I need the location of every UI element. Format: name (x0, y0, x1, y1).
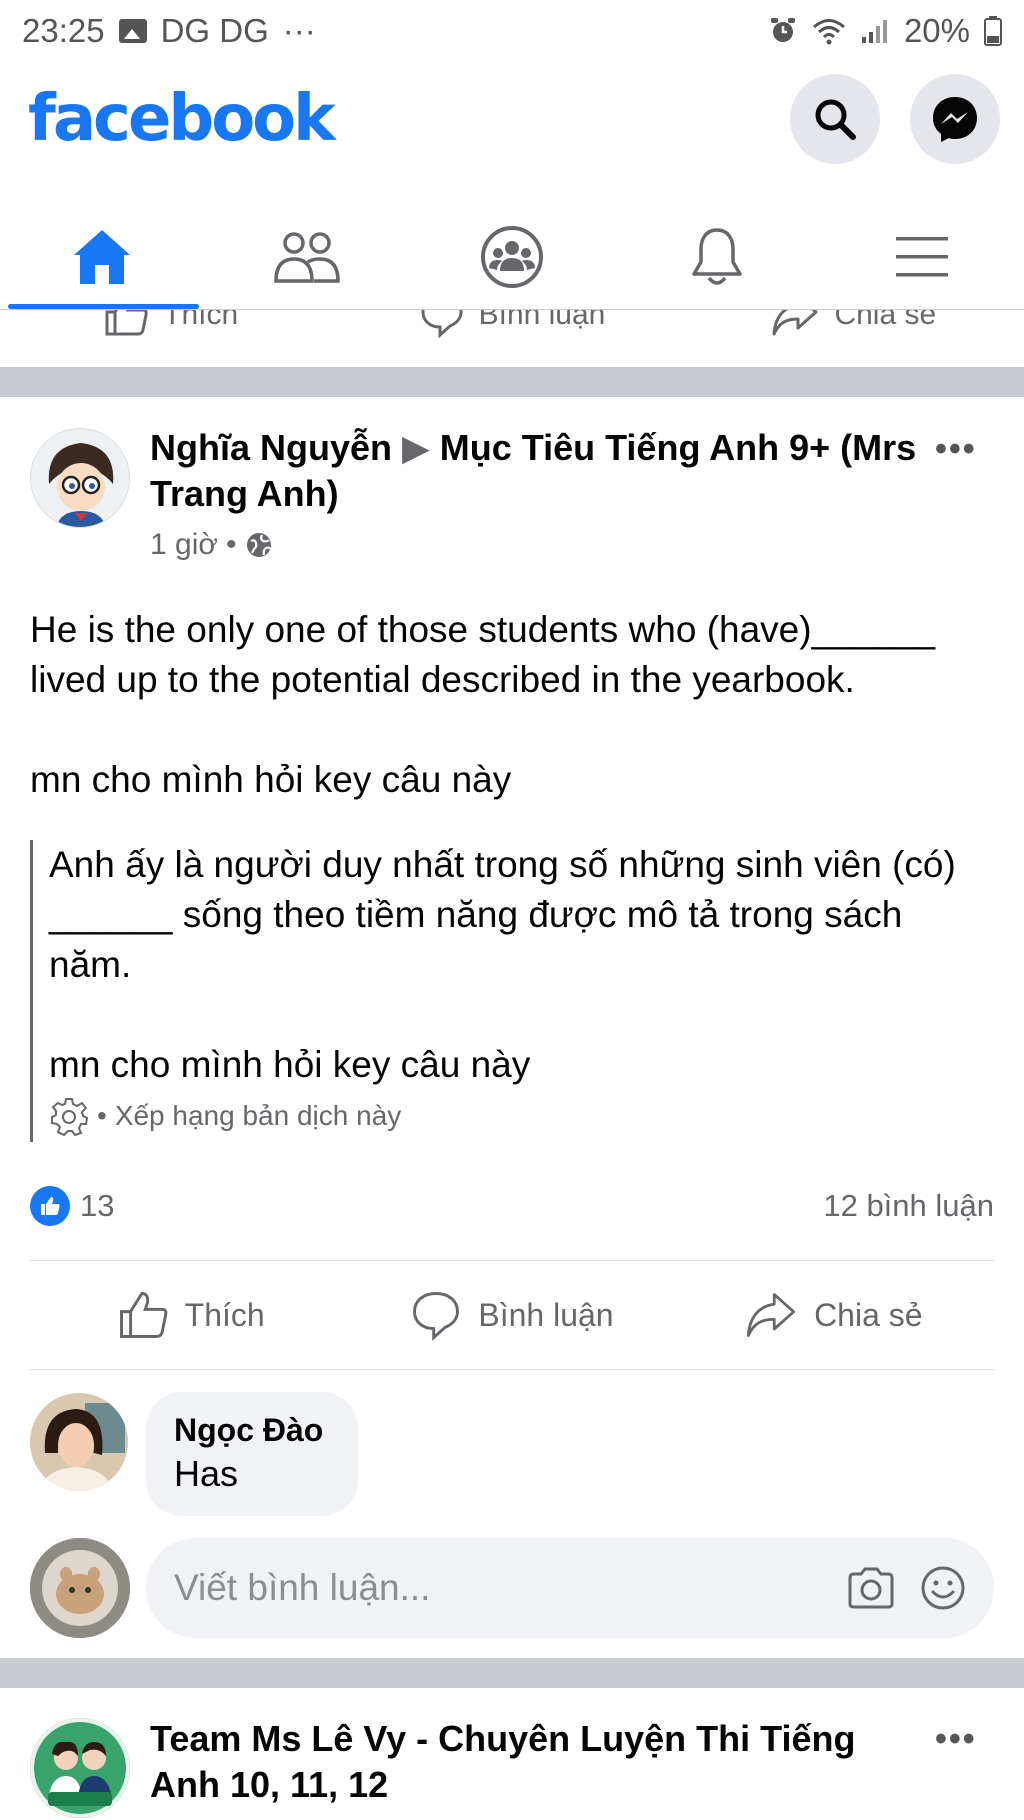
like-button[interactable]: Thích (30, 1280, 351, 1350)
like-reaction-icon[interactable] (30, 1186, 70, 1226)
current-user-avatar[interactable] (30, 1538, 130, 1638)
friends-icon (274, 232, 340, 283)
post-meta: 1 giờ • (150, 528, 273, 562)
write-comment-placeholder: Viết bình luận... (174, 1567, 431, 1608)
tab-groups[interactable] (410, 205, 615, 309)
search-icon (815, 99, 856, 140)
share-icon (746, 1293, 796, 1337)
translation-paragraph: Anh ấy là người duy nhất trong số những … (49, 844, 956, 985)
next-post-author[interactable]: Team Ms Lê Vy - Chuyên Luyện Thi Tiếng A… (150, 1716, 930, 1808)
tab-friends[interactable] (205, 205, 410, 309)
post-paragraph: He is the only one of those students who… (30, 609, 936, 700)
app-header: facebook (0, 62, 1024, 192)
emoji-icon[interactable] (920, 1565, 966, 1611)
battery-percent: 20% (903, 12, 970, 49)
status-carrier: DG DG (160, 12, 269, 49)
shared-to-arrow: ▶ (402, 427, 430, 468)
comment-icon (421, 310, 463, 338)
divider (30, 1260, 994, 1261)
comment-bubble: Ngọc Đào Has (146, 1392, 358, 1516)
messenger-button[interactable] (910, 74, 1000, 164)
rate-translation-label[interactable]: Xếp hạng bản dịch này (115, 1100, 401, 1132)
translation-paragraph: mn cho mình hỏi key câu này (49, 1044, 531, 1085)
previous-share-button[interactable]: Chia sẻ (683, 310, 1024, 338)
post-author-avatar[interactable] (30, 428, 130, 528)
reaction-count[interactable]: 13 (80, 1188, 114, 1224)
commenter-name[interactable]: Ngọc Đào (174, 1410, 330, 1450)
post-body: He is the only one of those students who… (30, 605, 990, 855)
avatar-image (30, 1393, 128, 1491)
main-nav (0, 205, 1024, 310)
comment-label: Bình luận (478, 1296, 614, 1333)
comment-button[interactable]: Bình luận (351, 1280, 672, 1350)
status-more: ··· (282, 12, 316, 49)
like-outline-icon (119, 1292, 167, 1338)
post-author-name[interactable]: Nghĩa Nguyễn (150, 427, 392, 468)
like-label: Thích (184, 1296, 265, 1333)
rate-translation[interactable]: • Xếp hạng bản dịch này (49, 1096, 990, 1136)
feed-separator (0, 367, 1024, 397)
feed-separator (0, 1658, 1024, 1688)
post-header: Nghĩa Nguyễn ▶ Mục Tiêu Tiếng Anh 9+ (Mr… (150, 425, 930, 517)
rate-dot: • (97, 1100, 107, 1131)
avatar-image (31, 429, 129, 527)
post-time[interactable]: 1 giờ (150, 528, 218, 562)
next-post-avatar[interactable] (30, 1718, 130, 1818)
tab-notifications[interactable] (614, 205, 819, 309)
gallery-notification-icon (118, 19, 147, 43)
previous-post-actions: Thích Bình luận Chia sẻ (0, 310, 1024, 365)
tab-home[interactable] (0, 205, 205, 309)
avatar-image (30, 1538, 130, 1638)
share-button[interactable]: Chia sẻ (673, 1280, 994, 1350)
divider (30, 1369, 994, 1370)
battery-icon (984, 16, 1002, 46)
messenger-icon (933, 97, 977, 142)
share-label: Chia sẻ (814, 1296, 923, 1333)
alarm-icon (770, 18, 795, 42)
post-paragraph: mn cho mình hỏi key câu này (30, 759, 512, 800)
search-button[interactable] (790, 74, 880, 164)
avatar-image (30, 1718, 130, 1818)
globe-icon (246, 533, 271, 557)
wifi-icon (812, 19, 845, 45)
menu-icon (895, 237, 948, 277)
meta-dot: • (226, 528, 237, 561)
comment-icon (413, 1292, 460, 1341)
previous-comment-button[interactable]: Bình luận (341, 310, 682, 338)
gear-icon (51, 1098, 89, 1136)
share-icon (772, 310, 818, 336)
groups-icon (480, 226, 543, 288)
bell-icon (692, 228, 742, 285)
facebook-logo[interactable]: facebook (28, 82, 336, 156)
comment-count[interactable]: 12 bình luận (823, 1188, 994, 1224)
translation-block: Anh ấy là người duy nhất trong số những … (30, 840, 990, 1142)
next-post-options-button[interactable]: ••• (935, 1720, 977, 1759)
home-icon (74, 230, 131, 284)
commenter-avatar[interactable] (30, 1393, 128, 1491)
signal-icon (861, 20, 887, 43)
comment-text: Has (174, 1453, 239, 1494)
camera-icon[interactable] (846, 1566, 896, 1610)
like-outline-icon (105, 310, 148, 336)
tab-menu[interactable] (819, 205, 1024, 309)
status-bar: 23:25 DG DG ··· 20% (0, 0, 1024, 62)
post-actions: Thích Bình luận Chia sẻ (30, 1280, 994, 1350)
write-comment-input[interactable]: Viết bình luận... (146, 1538, 994, 1638)
post-options-button[interactable]: ••• (935, 430, 977, 469)
reactions-bar: 13 12 bình luận (30, 1183, 994, 1229)
previous-like-button[interactable]: Thích (0, 310, 341, 338)
status-time: 23:25 (22, 12, 105, 49)
